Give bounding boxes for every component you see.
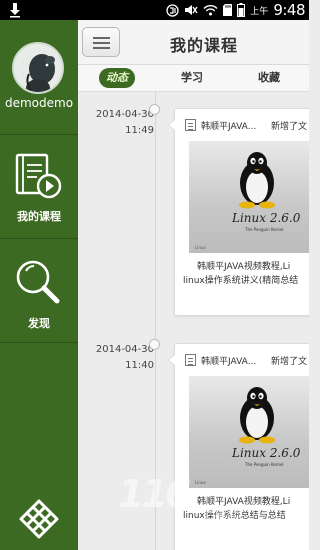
mute-icon xyxy=(185,5,198,15)
magnifier-icon xyxy=(16,260,60,304)
card-pointer xyxy=(168,119,175,131)
card-caption-2: linux操作系统讲义(精简总结 xyxy=(183,276,299,286)
tab-bar: 动态 学习 收藏 xyxy=(78,65,309,92)
thumb-mark: Linux xyxy=(195,245,206,250)
feed-time: 11:49 xyxy=(125,125,154,136)
thumb-subtitle: The Penguin Kernel xyxy=(245,227,284,232)
username: demodemo xyxy=(4,96,74,110)
china-unicom-knot-icon xyxy=(19,499,59,539)
menu-icon-bar xyxy=(93,42,110,44)
tab-favorites[interactable]: 收藏 xyxy=(251,68,287,88)
menu-icon xyxy=(93,37,110,39)
avatar-image xyxy=(14,44,62,92)
feed-card[interactable]: 韩顺平JAVA... 新增了文 Linux 2.6.0 The Penguin … xyxy=(168,343,309,550)
download-icon xyxy=(10,3,20,18)
feed-date: 2014-04-30 xyxy=(95,344,154,355)
sd-card-icon xyxy=(223,4,233,16)
menu-icon-bar xyxy=(93,47,110,49)
tux-penguin-icon xyxy=(239,152,275,209)
activity-timeline: 2014-04-30 11:49 韩顺平JAVA... 新增了文 Linux 2… xyxy=(78,92,309,550)
sidebar: demodemo 我的课程 发现 xyxy=(0,20,78,550)
card-caption-1: 韩顺平JAVA视频教程,Li xyxy=(197,262,291,272)
battery-icon xyxy=(237,3,246,17)
tux-penguin-icon xyxy=(239,387,275,444)
card-thumbnail: Linux 2.6.0 The Penguin Kernel Linux xyxy=(189,141,309,253)
timeline-dot xyxy=(149,104,160,115)
feed-time: 11:40 xyxy=(125,360,154,371)
card-caption-1: 韩顺平JAVA视频教程,Li xyxy=(197,497,291,507)
thumb-mark: Linux xyxy=(195,480,206,485)
menu-button[interactable] xyxy=(82,27,120,57)
card-author: 韩顺平JAVA... xyxy=(201,122,257,132)
card-caption-2: linux操作系统总结与总结 xyxy=(183,511,286,521)
nav-label-my-courses: 我的课程 xyxy=(17,210,61,223)
document-icon xyxy=(185,119,196,131)
avatar[interactable] xyxy=(12,42,64,94)
clock-time: 9:48 xyxy=(273,1,305,19)
feed-card[interactable]: 韩顺平JAVA... 新增了文 Linux 2.6.0 The Penguin … xyxy=(168,108,309,316)
thumb-subtitle: The Penguin Kernel xyxy=(245,462,284,467)
sidebar-divider xyxy=(0,342,78,343)
tab-activity[interactable]: 动态 xyxy=(99,68,135,88)
clock-ampm: 上午 xyxy=(250,6,269,17)
document-icon xyxy=(185,354,196,366)
timeline-line xyxy=(155,92,156,550)
nav-item-my-courses[interactable]: 我的课程 xyxy=(0,135,78,238)
page-title: 我的课程 xyxy=(170,36,239,55)
book-play-icon xyxy=(15,153,62,199)
thumb-title: Linux 2.6.0 xyxy=(232,211,301,225)
wifi-icon xyxy=(203,5,218,16)
card-thumbnail: Linux 2.6.0 The Penguin Kernel Linux xyxy=(189,376,309,488)
status-bar: 上午 9:48 xyxy=(0,0,309,20)
card-action: 新增了文 xyxy=(271,357,308,367)
card-header: 韩顺平JAVA... 新增了文 xyxy=(185,117,309,133)
card-pointer xyxy=(168,354,175,366)
main-panel: 我的课程 动态 学习 收藏 2014-04-30 11:49 韩顺平JAVA..… xyxy=(78,20,309,550)
card-action: 新增了文 xyxy=(271,122,308,132)
card-header: 韩顺平JAVA... 新增了文 xyxy=(185,352,309,368)
thumb-title: Linux 2.6.0 xyxy=(232,446,301,460)
nav-item-discover[interactable]: 发现 xyxy=(0,239,78,342)
timeline-dot xyxy=(149,339,160,350)
tab-study[interactable]: 学习 xyxy=(174,68,210,88)
card-author: 韩顺平JAVA... xyxy=(201,357,257,367)
header-bar: 我的课程 xyxy=(78,20,309,65)
feed-date: 2014-04-30 xyxy=(95,109,154,120)
nav-label-discover: 发现 xyxy=(28,317,50,330)
app-root: 上午 9:48 demodemo 我的课程 发现 我的课程 动态 学习 收藏 2… xyxy=(0,0,309,550)
sync-icon xyxy=(166,3,179,17)
